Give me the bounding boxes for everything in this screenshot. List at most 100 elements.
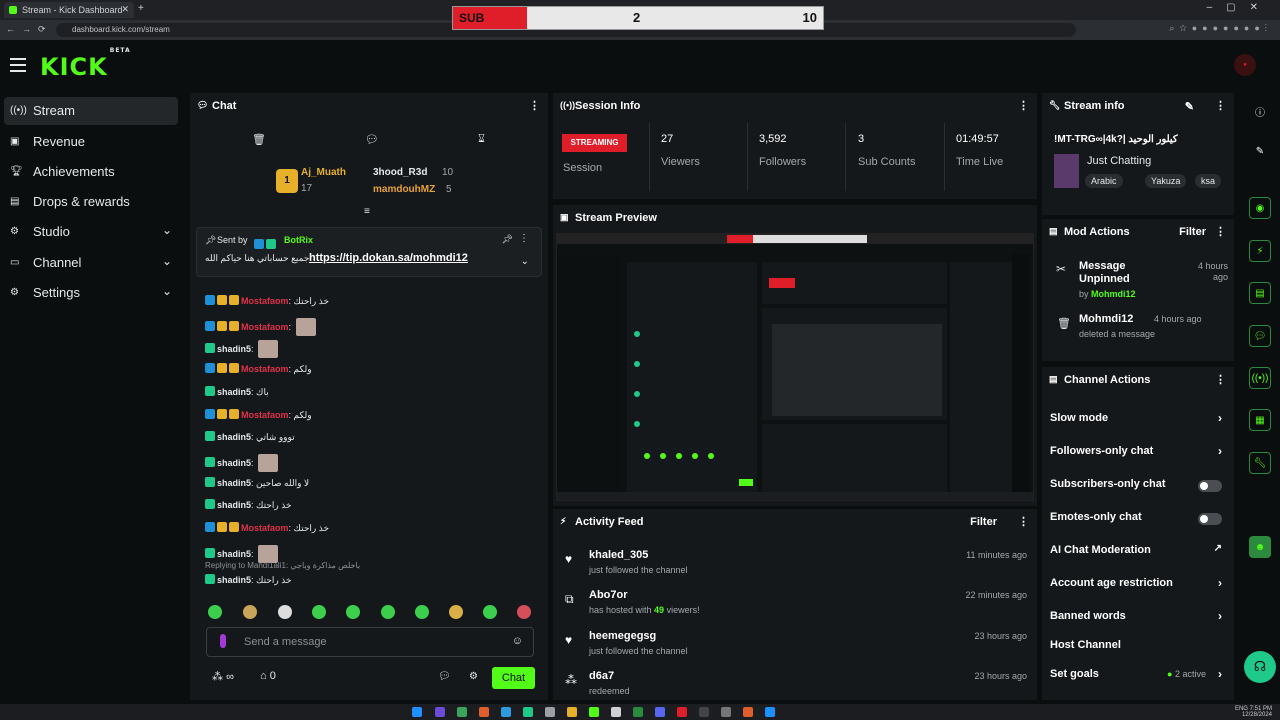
taskbar-app-icon[interactable] <box>479 707 489 717</box>
broadcast-icon[interactable]: ((•)) <box>1249 367 1271 389</box>
browser-extension-icons[interactable]: ⌕☆●●●●●●●⋮ <box>1169 23 1272 34</box>
taskbar-app-icon[interactable] <box>743 707 753 717</box>
pinned-link[interactable]: https://tip.dokan.sa/mohmdi12 <box>309 252 468 264</box>
chat-bubble-icon[interactable]: 💬︎ <box>365 133 379 146</box>
gifter-name[interactable]: mamdouhMZ <box>373 184 435 195</box>
ai-moderation-row[interactable]: AI Chat Moderation ↗ <box>1050 543 1228 564</box>
mod-action-title[interactable]: Mohmdi12 <box>1079 313 1133 325</box>
activity-item[interactable]: ♥ heemegegsg just followed the channel 2… <box>565 630 1027 668</box>
kebab-menu-icon[interactable]: ⋮ <box>1018 515 1029 528</box>
taskbar-app-icon[interactable] <box>633 707 643 717</box>
activity-filter-button[interactable]: Filter <box>970 516 997 528</box>
wrench-icon[interactable]: 🔧︎ <box>1249 452 1271 474</box>
sidebar-item-revenue[interactable]: ▣ Revenue <box>4 128 178 156</box>
activity-item[interactable]: ♥ khaled_305 just followed the channel 1… <box>565 549 1027 587</box>
top-gifter-name[interactable]: Aj_Muath <box>301 167 346 178</box>
window-controls[interactable]: –▢✕ <box>1207 2 1272 13</box>
emote-icon[interactable] <box>243 605 257 619</box>
emoji-icon[interactable]: ☺ <box>512 635 523 647</box>
emotes-only-toggle[interactable] <box>1198 513 1222 525</box>
store-icon[interactable]: ⌂ 0 <box>260 670 276 682</box>
browser-tab[interactable]: Stream - Kick Dashboard ✕ <box>4 2 134 18</box>
chat-username[interactable]: shadin5 <box>217 458 251 468</box>
browser-nav-icons[interactable]: ←→⟳ <box>6 24 53 35</box>
mod-action-user[interactable]: Mohmdi12 <box>1091 289 1136 299</box>
chat-username[interactable]: shadin5 <box>217 387 251 397</box>
chat-message[interactable]: Mostafaom: <box>205 317 316 336</box>
followers-only-row[interactable]: Followers-only chat › <box>1050 444 1228 465</box>
tag-chip[interactable]: Yakuza <box>1145 174 1187 188</box>
layout-icon[interactable]: ▦ <box>1249 409 1271 431</box>
send-chat-button[interactable]: Chat <box>492 667 535 689</box>
chat-message[interactable]: shadin5: <box>205 453 279 472</box>
chat-username[interactable]: shadin5 <box>217 432 251 442</box>
emote-panel-icon[interactable]: ☻ <box>1249 536 1271 558</box>
account-age-row[interactable]: Account age restriction › <box>1050 576 1228 597</box>
chat-message[interactable]: Mostafaom: ولكم <box>205 408 312 423</box>
emote-icon[interactable] <box>381 605 395 619</box>
sidebar-item-settings[interactable]: ⚙ Settings ⌄ <box>4 279 178 307</box>
user-avatar[interactable]: ● <box>1234 54 1256 76</box>
kebab-menu-icon[interactable]: ⋮ <box>1215 99 1226 112</box>
chat-bubble-icon[interactable]: 💬︎ <box>438 671 451 682</box>
chat-username[interactable]: Mostafaom <box>241 523 289 533</box>
taskbar-app-icon[interactable] <box>677 707 687 717</box>
mic-icon[interactable] <box>220 634 226 648</box>
banned-words-row[interactable]: Banned words › <box>1050 609 1228 630</box>
emote-icon[interactable] <box>517 605 531 619</box>
subscribers-only-toggle[interactable] <box>1198 480 1222 492</box>
chat-username[interactable]: shadin5 <box>217 500 251 510</box>
kebab-menu-icon[interactable]: ⋮ <box>1018 99 1029 112</box>
chat-username[interactable]: Mostafaom <box>241 364 289 374</box>
emote-icon[interactable] <box>449 605 463 619</box>
taskbar-app-icon[interactable] <box>589 707 599 717</box>
emote-icon[interactable] <box>346 605 360 619</box>
taskbar-app-icon[interactable] <box>545 707 555 717</box>
activity-item[interactable]: ⧉ Abo7or has hosted with 49 viewers! 22 … <box>565 589 1027 627</box>
chat-input[interactable]: Send a message ☺ <box>206 627 534 657</box>
activity-user[interactable]: heemegegsg <box>589 630 656 642</box>
chat-message[interactable]: shadin5: تووو شاتي <box>205 431 295 445</box>
sidebar-item-studio[interactable]: ⚙ Studio ⌄ <box>4 218 178 246</box>
chat-message[interactable]: shadin5: باك <box>205 385 269 400</box>
pencil-icon[interactable]: ✎ <box>1249 141 1271 163</box>
chat-message[interactable]: shadin5: خذ راحتك <box>205 499 292 513</box>
document-icon[interactable]: ▤ <box>1249 282 1271 304</box>
emote-icon[interactable] <box>278 605 292 619</box>
system-tray[interactable]: ENG 7:51 PM 12/28/2024 <box>1235 706 1272 718</box>
taskbar-app-icon[interactable] <box>699 707 709 717</box>
tag-chip[interactable]: Arabic <box>1085 174 1123 188</box>
chat-message[interactable]: shadin5: لا والله صاحين <box>205 476 309 491</box>
kick-logo[interactable]: KICKBETA <box>40 47 130 81</box>
chat-username[interactable]: shadin5 <box>217 575 251 585</box>
emote-icon[interactable] <box>312 605 326 619</box>
hamburger-menu-icon[interactable] <box>10 58 26 72</box>
close-tab-icon[interactable]: ✕ <box>121 4 129 15</box>
set-goals-row[interactable]: Set goals ● 2 active › <box>1050 667 1228 688</box>
tag-chip[interactable]: ksa <box>1195 174 1222 188</box>
activity-item[interactable]: ⁂ d6a7 redeemed 23 hours ago <box>565 670 1027 696</box>
gear-icon[interactable]: ⚙ <box>469 671 478 682</box>
activity-user[interactable]: Abo7or <box>589 589 628 601</box>
sidebar-item-stream[interactable]: ((•)) Stream <box>4 97 178 125</box>
hourglass-icon[interactable]: ⌛︎ <box>478 133 485 146</box>
info-icon[interactable]: ⓘ <box>1249 99 1271 121</box>
category-thumbnail[interactable] <box>1054 154 1079 188</box>
sidebar-item-channel[interactable]: ▭ Channel ⌄ <box>4 249 178 277</box>
lightning-icon[interactable]: ⚡︎ <box>1249 240 1271 262</box>
emote-icon[interactable] <box>415 605 429 619</box>
taskbar-app-icon[interactable] <box>523 707 533 717</box>
sidebar-item-drops[interactable]: ▤ Drops & rewards <box>4 188 178 216</box>
camera-icon[interactable]: ◉ <box>1249 197 1271 219</box>
chat-message[interactable]: Mostafaom: خذ راحتك <box>205 295 329 309</box>
kebab-menu-icon[interactable]: ⋮ <box>529 99 540 112</box>
chat-username[interactable]: shadin5 <box>217 344 251 354</box>
taskbar-app-icon[interactable] <box>611 707 621 717</box>
chat-message[interactable]: shadin5: <box>205 544 279 563</box>
kebab-menu-icon[interactable]: ⋮ <box>1215 373 1226 386</box>
emote-icon[interactable] <box>483 605 497 619</box>
trash-icon[interactable]: 🗑︎ <box>252 133 266 146</box>
stream-preview-video[interactable] <box>556 233 1034 501</box>
kebab-menu-icon[interactable]: ⋮ <box>1215 225 1226 238</box>
slow-mode-row[interactable]: Slow mode › <box>1050 411 1228 432</box>
